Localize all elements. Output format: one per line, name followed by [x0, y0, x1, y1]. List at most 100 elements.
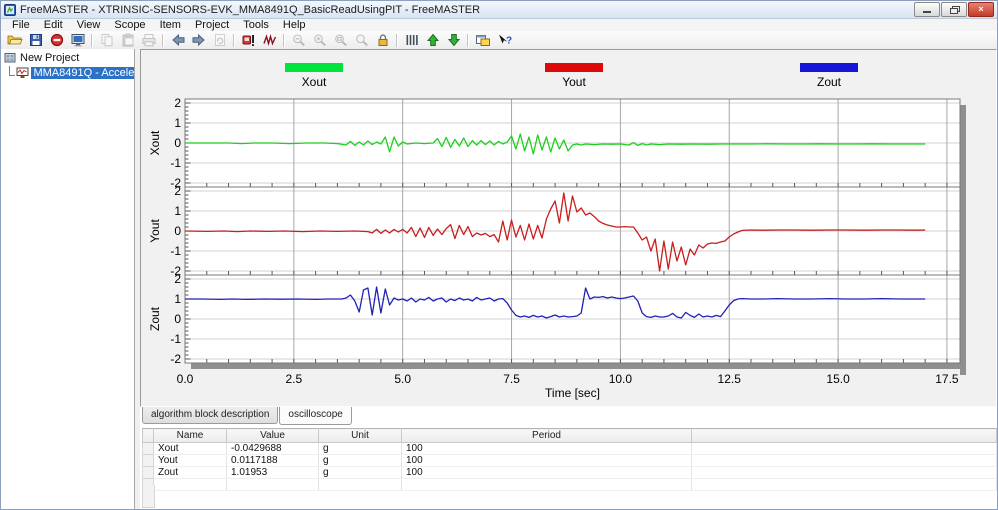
options-button[interactable] — [472, 31, 493, 49]
paste-icon — [122, 33, 133, 47]
stop-button[interactable] — [46, 31, 67, 49]
variable-watch-table: Name Value Unit Period Xout -0.0429688 g 10… — [142, 428, 997, 491]
cell-name: Xout — [153, 442, 227, 455]
app-icon — [4, 3, 16, 16]
watch-row-yout[interactable]: Yout 0.0117188 g 100 — [142, 454, 997, 467]
svg-text:-1: -1 — [170, 244, 181, 258]
lock-icon — [378, 34, 387, 46]
forward-button[interactable] — [188, 31, 209, 49]
yout-legend-swatch — [545, 63, 603, 72]
svg-text:5.0: 5.0 — [394, 372, 411, 386]
move-down-icon — [447, 34, 460, 47]
toolbar-separator — [233, 33, 235, 47]
svg-text:Zout: Zout — [148, 306, 162, 331]
help-button[interactable]: ? — [493, 31, 514, 49]
zoom-box-icon — [334, 34, 347, 47]
row-gutter — [142, 454, 154, 467]
close-button[interactable]: × — [968, 2, 994, 17]
restore-icon — [949, 6, 960, 14]
recorder-button[interactable] — [259, 31, 280, 49]
menu-item[interactable]: Item — [153, 19, 188, 31]
tree-item-new-project[interactable]: New Project — [1, 51, 134, 64]
move-up-button[interactable] — [422, 31, 443, 49]
svg-text:0: 0 — [174, 312, 181, 326]
title-bar: FreeMASTER - XTRINSIC-SENSORS-EVK_MMA849… — [1, 1, 997, 19]
svg-text:2: 2 — [174, 96, 181, 110]
svg-text:1: 1 — [174, 204, 181, 218]
menu-help[interactable]: Help — [276, 19, 313, 31]
menu-tools[interactable]: Tools — [236, 19, 276, 31]
menu-view[interactable]: View — [70, 19, 108, 31]
print-button — [138, 31, 159, 49]
zoom-box-button — [330, 31, 351, 49]
restore-button[interactable] — [941, 2, 967, 17]
watch-gutter-stub — [142, 485, 155, 508]
cell-value: -0.0429688 — [226, 442, 319, 455]
zoom-in-button — [309, 31, 330, 49]
legend-item-zout: Zout — [784, 63, 874, 89]
cell-unit — [318, 478, 402, 491]
project-tree: New Project MMA8491Q - Acceleration da — [1, 49, 135, 509]
back-button[interactable] — [167, 31, 188, 49]
tree-child-label: MMA8491Q - Acceleration da — [31, 66, 134, 79]
scope-block-icon — [16, 67, 29, 78]
window-title: FreeMASTER - XTRINSIC-SENSORS-EVK_MMA849… — [20, 3, 481, 16]
move-up-icon — [426, 33, 439, 46]
move-down-button[interactable] — [443, 31, 464, 49]
watch-header-name[interactable]: Name — [153, 428, 227, 443]
cell-filler — [691, 454, 997, 467]
watch-header-row: Name Value Unit Period — [142, 428, 997, 443]
watch-row-xout[interactable]: Xout -0.0429688 g 100 — [142, 442, 997, 455]
svg-text:0: 0 — [174, 136, 181, 150]
zoom-reset-icon — [355, 34, 368, 47]
options-icon — [475, 35, 490, 46]
recorder-icon — [262, 33, 276, 47]
watch-header-value[interactable]: Value — [226, 428, 319, 443]
lock-button[interactable] — [372, 31, 393, 49]
zoom-reset-button — [351, 31, 372, 49]
tree-root-label: New Project — [20, 51, 80, 64]
main-pane: 2 1 0 -1 -2 Xout 2 1 0 -1 -2 Yout 2 1 0 -1 -2 Zout 0.0 2.5 5… — [140, 49, 997, 509]
cell-name: Yout — [153, 454, 227, 467]
save-icon — [29, 34, 42, 46]
connect-button[interactable] — [238, 31, 259, 49]
menu-project[interactable]: Project — [188, 19, 236, 31]
watch-header-unit[interactable]: Unit — [318, 428, 402, 443]
svg-text:?: ? — [506, 36, 512, 47]
stop-icon — [50, 33, 63, 47]
project-icon — [4, 52, 16, 62]
zoom-out-button — [288, 31, 309, 49]
print-icon — [142, 34, 155, 47]
tree-item-mma8491q[interactable]: MMA8491Q - Acceleration da — [1, 65, 134, 79]
freemaster-window: FreeMASTER - XTRINSIC-SENSORS-EVK_MMA849… — [0, 0, 998, 510]
zoom-out-icon — [292, 34, 305, 47]
watch-row-zout[interactable]: Zout 1.01953 g 100 — [142, 466, 997, 479]
tab-oscilloscope[interactable]: oscilloscope — [279, 407, 352, 425]
menu-edit[interactable]: Edit — [37, 19, 70, 31]
toolbar-separator — [283, 33, 285, 47]
copy-icon — [101, 34, 112, 47]
tab-algorithm-block-description[interactable]: algorithm block description — [142, 407, 279, 424]
svg-text:1: 1 — [174, 292, 181, 306]
cell-filler — [691, 478, 997, 491]
watch-row-empty[interactable] — [142, 478, 997, 491]
svg-text:0.0: 0.0 — [177, 372, 194, 386]
oscilloscope-plot[interactable]: 210-1-2Xout210-1-2Yout210-1-2Zout0.0 2.5 5… — [141, 50, 996, 406]
zout-legend-label: Zout — [816, 75, 841, 89]
reload-icon — [214, 34, 225, 46]
cell-period: 100 — [401, 442, 692, 455]
cell-filler — [691, 466, 997, 479]
svg-text:Yout: Yout — [148, 219, 162, 243]
menu-file[interactable]: File — [5, 19, 37, 31]
project-icon — [71, 34, 84, 47]
toolbar: ? — [1, 31, 997, 50]
save-button[interactable] — [25, 31, 46, 49]
copy-button — [96, 31, 117, 49]
project-button[interactable] — [67, 31, 88, 49]
minimize-button[interactable] — [914, 2, 940, 17]
svg-text:15.0: 15.0 — [826, 372, 850, 386]
open-button[interactable] — [4, 31, 25, 49]
menu-scope[interactable]: Scope — [107, 19, 152, 31]
grid-button[interactable] — [401, 31, 422, 49]
watch-header-period[interactable]: Period — [401, 428, 692, 443]
